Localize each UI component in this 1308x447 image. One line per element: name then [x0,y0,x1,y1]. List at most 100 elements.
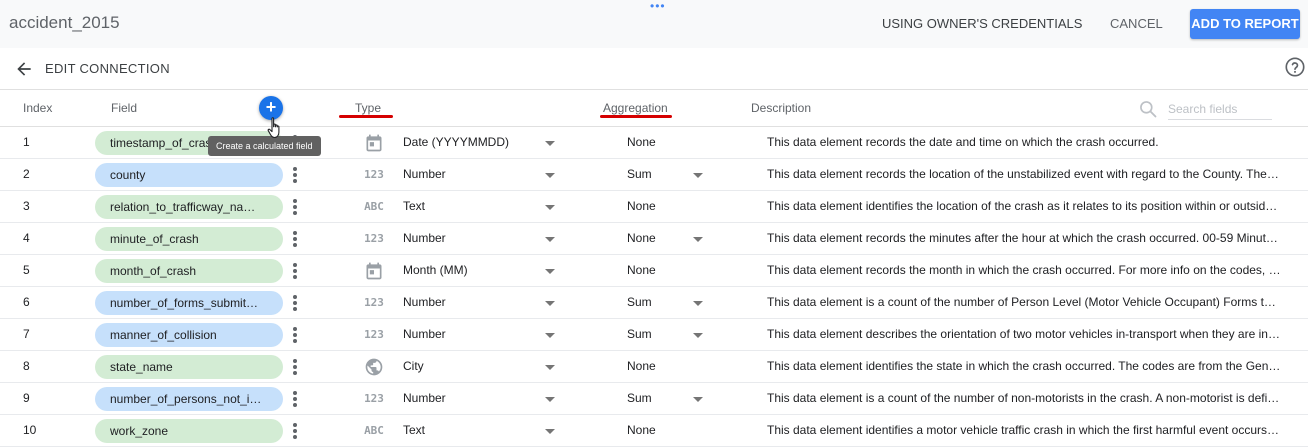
type-select[interactable]: Number [403,159,446,190]
type-select[interactable]: Month (MM) [403,255,468,286]
field-name-chip[interactable]: relation_to_trafficway_na… [95,195,283,219]
aggregation-value[interactable]: Sum [627,383,652,414]
type-select[interactable]: Text [403,191,425,222]
type-select[interactable]: Number [403,287,446,318]
more-options-icon[interactable] [289,359,301,375]
type-column-header: Type [355,101,382,115]
field-description[interactable]: This data element is a count of the numb… [767,383,1281,414]
aggregation-value[interactable]: None [627,223,656,254]
table-row: 4 minute_of_crash 123 Number None This data e… [0,223,1308,255]
cancel-button[interactable]: CANCEL [1102,14,1171,34]
aggregation-column-header: Aggregation [603,101,668,115]
aggregation-value[interactable]: Sum [627,319,652,350]
row-index: 8 [23,359,30,373]
field-description[interactable]: This data element records the month in w… [767,255,1281,286]
type-dropdown-arrow-icon[interactable] [545,301,555,306]
search-fields-input[interactable] [1168,98,1272,120]
search-icon[interactable] [1138,99,1158,119]
field-name-chip[interactable]: minute_of_crash [95,227,283,251]
type-dropdown-arrow-icon[interactable] [545,141,555,146]
type-select[interactable]: Number [403,383,446,414]
number-type-icon: 123 [364,296,384,309]
field-description[interactable]: This data element describes the orientat… [767,319,1281,350]
field-name-chip[interactable]: county [95,163,283,187]
field-name-chip[interactable]: manner_of_collision [95,323,283,347]
field-description[interactable]: This data element records the date and t… [767,127,1281,158]
globe-icon [362,357,386,377]
type-dropdown-arrow-icon[interactable] [545,429,555,434]
more-options-icon[interactable] [289,423,301,439]
arrow-back-icon[interactable] [14,59,34,79]
table-row: 3 relation_to_trafficway_na… ABC Text None Th… [0,191,1308,223]
field-description[interactable]: This data element identifies the locatio… [767,191,1281,222]
row-index: 4 [23,231,30,245]
text-type-icon: ABC [364,200,384,213]
number-type-icon: 123 [364,392,384,405]
more-options-icon[interactable] [289,327,301,343]
type-select[interactable]: Number [403,319,446,350]
credentials-button[interactable]: USING OWNER'S CREDENTIALS [874,14,1090,34]
more-options-icon[interactable] [289,167,301,183]
aggregation-dropdown-arrow-icon[interactable] [693,237,703,242]
calculated-field-tooltip: Create a calculated field [208,136,321,156]
aggregation-dropdown-arrow-icon[interactable] [693,333,703,338]
field-name-chip[interactable]: number_of_persons_not_i… [95,387,283,411]
number-type-icon: 123 [364,232,384,245]
field-description[interactable]: This data element identifies a motor veh… [767,415,1281,446]
edit-connection-title[interactable]: EDIT CONNECTION [45,61,170,76]
text-type-icon: ABC [364,424,384,437]
field-name-chip[interactable]: work_zone [95,419,283,443]
type-dropdown-arrow-icon[interactable] [545,237,555,242]
type-dropdown-arrow-icon[interactable] [545,269,555,274]
table-row: 9 number_of_persons_not_i… 123 Number Sum Thi… [0,383,1308,415]
field-name-chip[interactable]: number_of_forms_submit… [95,291,283,315]
type-select[interactable]: Number [403,223,446,254]
type-select[interactable]: Text [403,415,425,446]
field-name-chip[interactable]: month_of_crash [95,259,283,283]
row-index: 1 [23,135,30,149]
type-dropdown-arrow-icon[interactable] [545,365,555,370]
more-options-icon[interactable] [289,391,301,407]
more-options-icon[interactable] [289,295,301,311]
row-index: 6 [23,295,30,309]
more-options-icon[interactable] [289,199,301,215]
type-dropdown-arrow-icon[interactable] [545,397,555,402]
add-to-report-button[interactable]: ADD TO REPORT [1190,9,1300,39]
calendar-icon [362,261,386,281]
more-options-icon[interactable] [289,231,301,247]
hand-cursor-icon [267,117,280,139]
row-index: 2 [23,167,30,181]
aggregation-value: None [627,359,656,373]
type-annotation-underline [339,115,393,118]
field-name-chip[interactable]: state_name [95,355,283,379]
type-dropdown-arrow-icon[interactable] [545,173,555,178]
field-list: 1 timestamp_of_crash Date (YYYYMMDD) None Th… [0,127,1308,447]
field-description[interactable]: This data element records the location o… [767,159,1281,190]
top-bar: accident_2015 ••• USING OWNER'S CREDENTI… [0,0,1308,48]
index-column-header: Index [23,101,53,115]
table-row: 5 month_of_crash Month (MM) None This data e… [0,255,1308,287]
type-dropdown-arrow-icon[interactable] [545,333,555,338]
type-select[interactable]: Date (YYYYMMDD) [403,127,509,158]
data-source-title[interactable]: accident_2015 [9,13,120,33]
row-index: 7 [23,327,30,341]
drag-handle[interactable]: ••• [650,0,666,12]
field-description[interactable]: This data element records the minutes af… [767,223,1281,254]
aggregation-dropdown-arrow-icon[interactable] [693,397,703,402]
aggregation-annotation-underline [600,115,672,118]
table-row: 7 manner_of_collision 123 Number Sum This dat… [0,319,1308,351]
aggregation-value: None [627,135,656,149]
table-row: 2 county 123 Number Sum This data element rec… [0,159,1308,191]
calendar-icon [362,133,386,153]
type-select[interactable]: City [403,351,424,382]
type-dropdown-arrow-icon[interactable] [545,205,555,210]
aggregation-value[interactable]: Sum [627,287,652,318]
aggregation-dropdown-arrow-icon[interactable] [693,173,703,178]
help-circle-icon[interactable] [1284,56,1306,78]
scrollbar[interactable] [1298,127,1306,447]
more-options-icon[interactable] [289,263,301,279]
aggregation-dropdown-arrow-icon[interactable] [693,301,703,306]
field-description[interactable]: This data element identifies the state i… [767,351,1281,382]
aggregation-value[interactable]: Sum [627,159,652,190]
field-description[interactable]: This data element is a count of the numb… [767,287,1281,318]
